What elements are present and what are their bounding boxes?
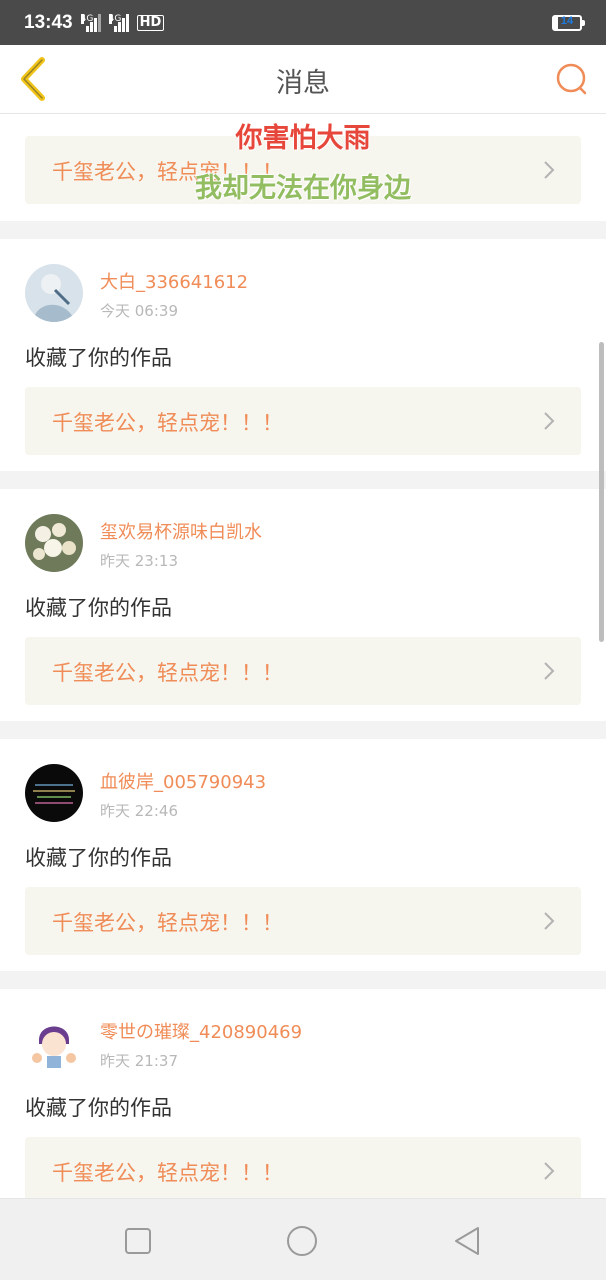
lyric-line-2: 我却无法在你身边: [195, 173, 411, 204]
system-nav-bar: [0, 1198, 606, 1280]
battery-percent: 14: [560, 14, 574, 27]
app-header: 消息: [0, 45, 606, 114]
action-text: 收藏了你的作品: [25, 1096, 172, 1120]
username[interactable]: 零世の璀璨_420890469: [100, 1018, 302, 1044]
status-left: 13:43 4G 4G HD: [24, 11, 165, 34]
action-text: 收藏了你的作品: [25, 346, 172, 370]
triangle-back-icon: [455, 1227, 479, 1255]
action-text: 收藏了你的作品: [25, 846, 172, 870]
work-title: 千玺老公，轻点宠！！！: [52, 1161, 283, 1185]
username[interactable]: 血彼岸_005790943: [100, 768, 266, 794]
work-link[interactable]: 千玺老公，轻点宠！！！: [25, 637, 581, 705]
square-icon: [125, 1228, 151, 1254]
user-meta: 零世の璀璨_420890469 昨天 21:37: [100, 1018, 302, 1071]
lyric-line-1: 你害怕大雨: [235, 123, 371, 154]
status-bar: 13:43 4G 4G HD 14: [0, 0, 606, 45]
message-time: 昨天 21:37: [100, 1052, 178, 1070]
message-card: 血彼岸_005790943 昨天 22:46 收藏了你的作品 千玺老公，轻点宠！…: [0, 739, 606, 971]
message-card: 大白_336641612 今天 06:39 收藏了你的作品 千玺老公，轻点宠！！…: [0, 239, 606, 471]
user-meta: 大白_336641612 今天 06:39: [100, 268, 248, 321]
scrollbar[interactable]: [599, 342, 604, 642]
message-card: 玺欢易杯源味白凯水 昨天 23:13 收藏了你的作品 千玺老公，轻点宠！！！: [0, 489, 606, 721]
home-button[interactable]: [284, 1223, 320, 1259]
action-text: 收藏了你的作品: [25, 596, 172, 620]
search-button[interactable]: [552, 59, 592, 99]
avatar[interactable]: [25, 514, 83, 572]
user-meta: 玺欢易杯源味白凯水 昨天 23:13: [100, 518, 262, 571]
message-user: 大白_336641612 今天 06:39: [25, 264, 248, 322]
divider: [0, 471, 606, 489]
network-type-label-2: 4G: [108, 13, 122, 24]
battery-icon: 14: [552, 14, 585, 31]
search-icon: [556, 63, 587, 95]
user-meta: 血彼岸_005790943 昨天 22:46: [100, 768, 266, 821]
work-link[interactable]: 千玺老公，轻点宠！！！: [25, 387, 581, 455]
hd-voice-icon: HD: [136, 14, 165, 31]
message-card: 零世の璀璨_420890469 昨天 21:37 收藏了你的作品 千玺老公，轻点…: [0, 989, 606, 1221]
message-list: 千玺老公，轻点宠！！！ 大白_336641612 今天 06:39 收藏了你的作…: [0, 114, 606, 1221]
chevron-right-icon: [544, 412, 555, 430]
avatar[interactable]: [25, 264, 83, 322]
message-user: 玺欢易杯源味白凯水 昨天 23:13: [25, 514, 262, 572]
status-time: 13:43: [24, 11, 73, 33]
work-link[interactable]: 千玺老公，轻点宠！！！: [25, 1137, 581, 1205]
message-time: 昨天 23:13: [100, 552, 178, 570]
signal-strength-icon: 4G: [80, 13, 101, 32]
back-nav-button[interactable]: [450, 1223, 486, 1259]
work-title: 千玺老公，轻点宠！！！: [52, 661, 283, 685]
divider: [0, 721, 606, 739]
avatar[interactable]: [25, 764, 83, 822]
chevron-right-icon: [544, 912, 555, 930]
message-user: 零世の璀璨_420890469 昨天 21:37: [25, 1014, 302, 1072]
work-title: 千玺老公，轻点宠！！！: [52, 411, 283, 435]
message-user: 血彼岸_005790943 昨天 22:46: [25, 764, 266, 822]
chevron-right-icon: [544, 1162, 555, 1180]
circle-icon: [287, 1226, 317, 1256]
page-title: 消息: [276, 68, 330, 99]
signal-strength-icon-2: 4G: [108, 13, 129, 32]
divider: [0, 221, 606, 239]
username[interactable]: 玺欢易杯源味白凯水: [100, 518, 262, 544]
divider: [0, 971, 606, 989]
work-link[interactable]: 千玺老公，轻点宠！！！: [25, 887, 581, 955]
recent-apps-button[interactable]: [120, 1223, 156, 1259]
avatar[interactable]: [25, 1014, 83, 1072]
screen: 13:43 4G 4G HD 14 消息 千玺老公，轻点宠！！！ 大白_3366…: [0, 0, 606, 1280]
username[interactable]: 大白_336641612: [100, 268, 248, 294]
network-type-label: 4G: [80, 13, 94, 24]
message-time: 昨天 22:46: [100, 802, 178, 820]
chevron-right-icon: [544, 662, 555, 680]
work-title: 千玺老公，轻点宠！！！: [52, 911, 283, 935]
message-time: 今天 06:39: [100, 302, 178, 320]
